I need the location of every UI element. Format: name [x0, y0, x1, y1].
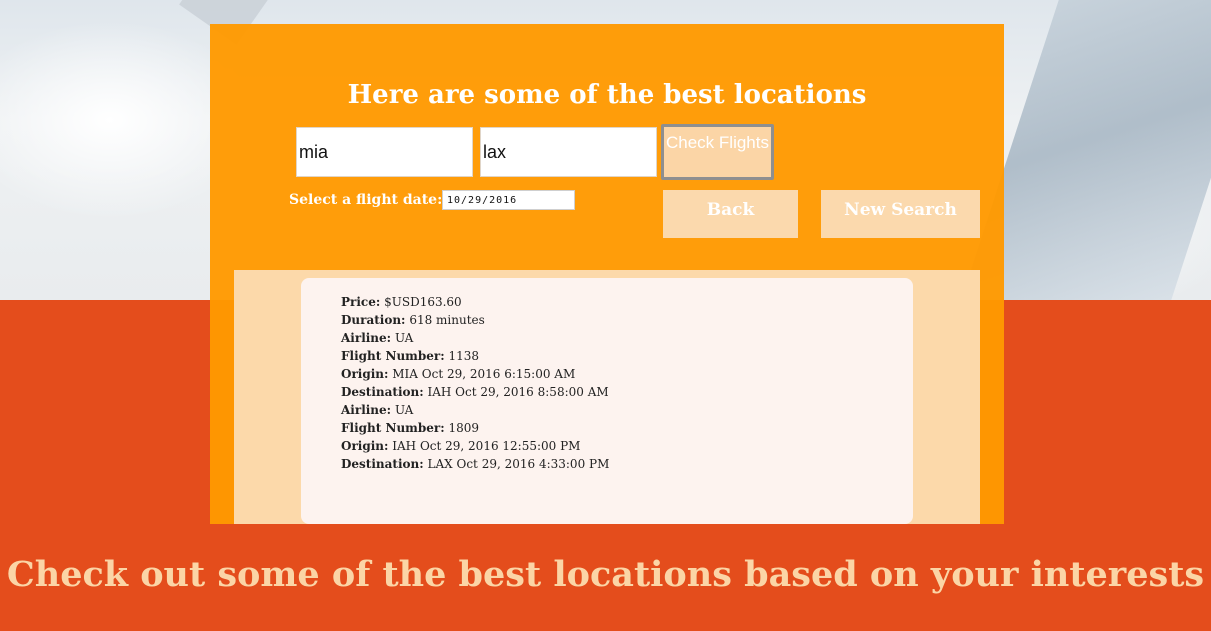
flight-detail-row: Origin: MIA Oct 29, 2016 6:15:00 AM [341, 365, 609, 383]
detail-label: Flight Number: [341, 421, 445, 435]
detail-value: IAH Oct 29, 2016 12:55:00 PM [392, 439, 581, 453]
detail-value: IAH Oct 29, 2016 8:58:00 AM [427, 385, 609, 399]
detail-label: Duration: [341, 313, 406, 327]
flight-detail-row: Price: $USD163.60 [341, 293, 609, 311]
flight-details: Price: $USD163.60 Duration: 618 minutes Ai… [341, 293, 609, 473]
flight-date-input[interactable]: 10/29/2016 [442, 190, 575, 210]
detail-value: UA [394, 331, 414, 345]
detail-label: Price: [341, 295, 381, 309]
flight-detail-row: Destination: LAX Oct 29, 2016 4:33:00 PM [341, 455, 609, 473]
detail-label: Origin: [341, 439, 389, 453]
detail-label: Airline: [341, 331, 392, 345]
detail-value: UA [394, 403, 414, 417]
flight-detail-row: Airline: UA [341, 401, 609, 419]
detail-label: Origin: [341, 367, 389, 381]
detail-value: 618 minutes [409, 313, 485, 327]
detail-value: MIA Oct 29, 2016 6:15:00 AM [392, 367, 576, 381]
check-flights-button[interactable]: Check Flights [661, 124, 774, 180]
destination-input[interactable]: lax [480, 127, 657, 177]
flight-detail-row: Destination: IAH Oct 29, 2016 8:58:00 AM [341, 383, 609, 401]
detail-value: 1138 [448, 349, 480, 363]
back-button[interactable]: Back [663, 190, 798, 238]
detail-label: Destination: [341, 457, 424, 471]
origin-input[interactable]: mia [296, 127, 473, 177]
flight-date-label: Select a flight date: [289, 192, 443, 208]
panel-title: Here are some of the best locations [347, 80, 867, 110]
detail-label: Airline: [341, 403, 392, 417]
flight-detail-row: Airline: UA [341, 329, 609, 347]
detail-label: Destination: [341, 385, 424, 399]
detail-value: $USD163.60 [384, 295, 462, 309]
detail-label: Flight Number: [341, 349, 445, 363]
detail-value: 1809 [448, 421, 480, 435]
footer-heading: Check out some of the best locations bas… [6, 554, 1205, 595]
flight-detail-row: Flight Number: 1809 [341, 419, 609, 437]
detail-value: LAX Oct 29, 2016 4:33:00 PM [427, 457, 610, 471]
new-search-button[interactable]: New Search [821, 190, 980, 238]
flight-detail-row: Duration: 618 minutes [341, 311, 609, 329]
flight-detail-row: Flight Number: 1138 [341, 347, 609, 365]
flight-detail-row: Origin: IAH Oct 29, 2016 12:55:00 PM [341, 437, 609, 455]
